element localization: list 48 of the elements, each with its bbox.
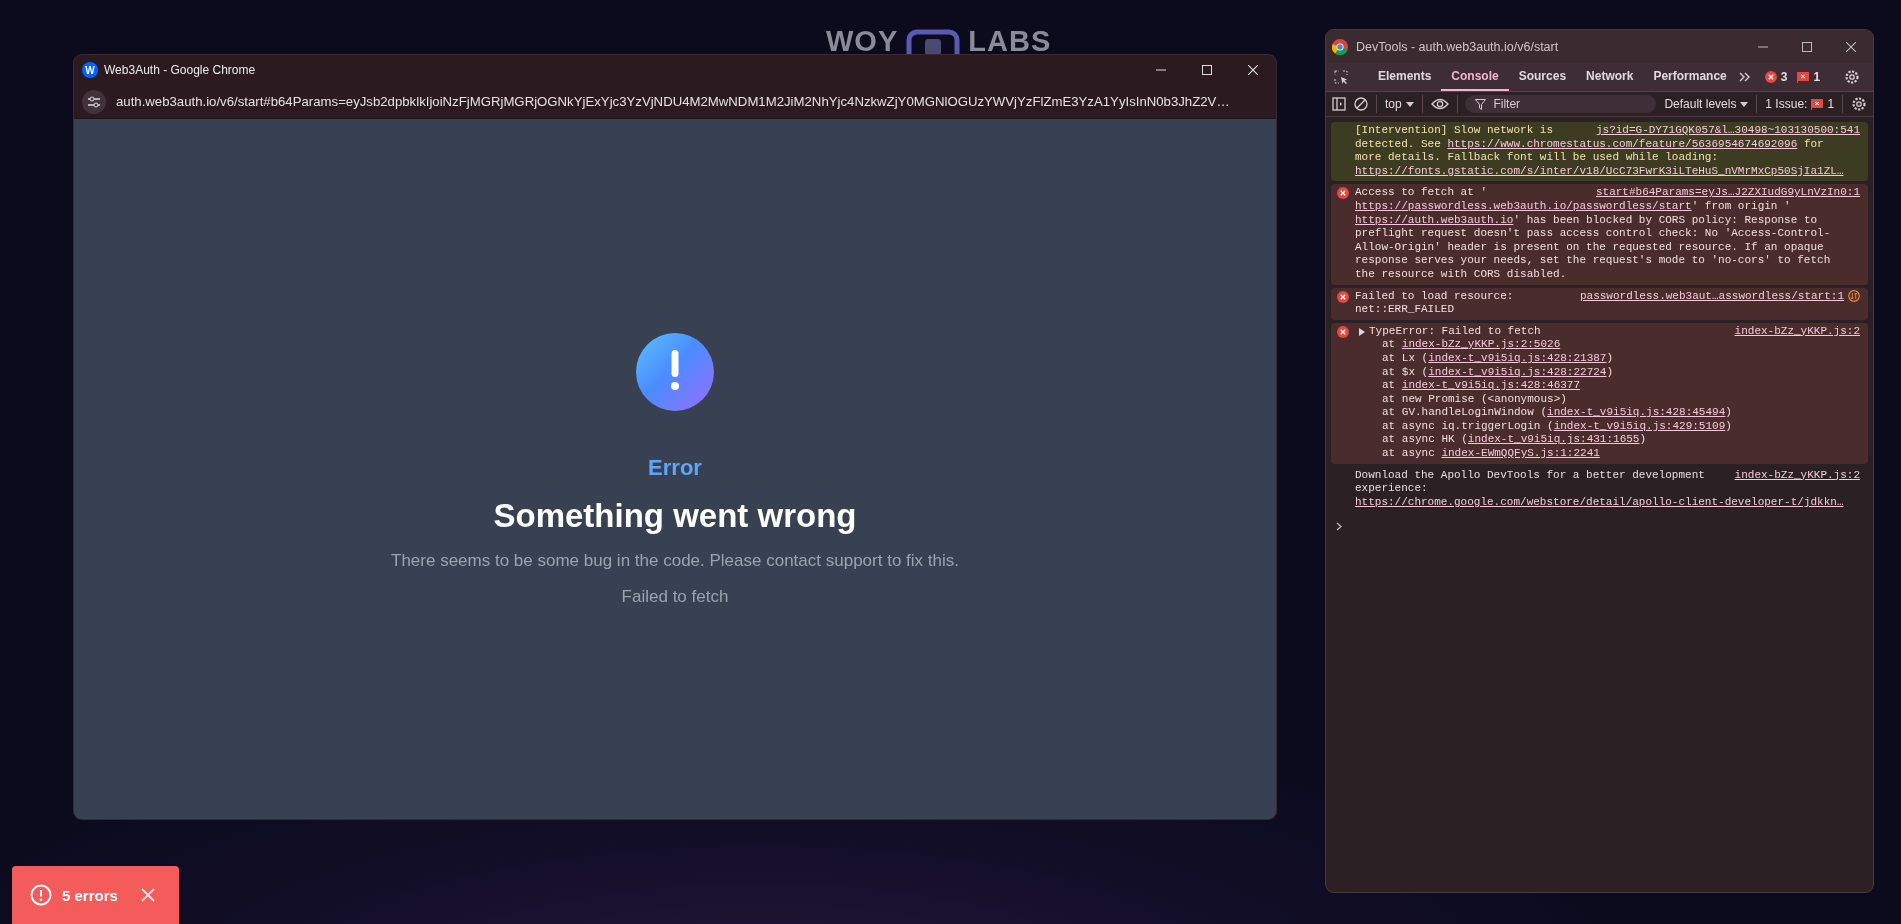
source-link[interactable]: index-bZz_yKKP.js:2 bbox=[1734, 324, 1860, 339]
source-link[interactable]: start#b64Params=eyJs…J2ZXIudG9yLnVzIn0:1 bbox=[1595, 186, 1860, 200]
source-link[interactable]: index-bZz_yKKP.js:2 bbox=[1734, 468, 1860, 483]
filter-field[interactable]: Filter bbox=[1465, 95, 1657, 113]
console-link[interactable]: index-t_v9i5iq.js:428:21387 bbox=[1428, 351, 1607, 364]
context-dropdown[interactable]: top bbox=[1384, 97, 1414, 111]
window-title: Web3Auth - Google Chrome bbox=[104, 63, 257, 77]
devtools-tab[interactable]: Network bbox=[1576, 63, 1644, 91]
toast-label: 5 errors bbox=[62, 886, 119, 904]
error-label: Error bbox=[648, 455, 702, 481]
console-message: Access to fetch at ' bbox=[1355, 186, 1488, 200]
console-message: detected. See https://www.chromestatus.com/feature/5636954674692096 for more details. Fallback font will be used while loading: https://fonts.gstatic.com/s/inter/v18/UcC73FwrK3iLTeHuS_nVMrMxCp50SjIa1ZL… bbox=[1355, 137, 1845, 179]
console-message: https://passwordless.web3auth.io/passwordless/start' from origin ' https://auth.web3auth.io' has been blocked by CORS policy: Response to preflight request doesn't pass access control check: No 'Access-Control- Allow-Origin' header is present on the requested resource. If an opaque response serves your needs, set the request's mode to 'no-cors' to fetch the resource with CORS disabled. bbox=[1355, 199, 1832, 282]
console-message: net::ERR_FAILED bbox=[1355, 303, 1456, 317]
console-link[interactable]: index-t_v9i5iq.js:428:45494 bbox=[1547, 406, 1726, 419]
logo-text: WOY bbox=[826, 27, 899, 55]
console-link[interactable]: https://auth.web3auth.io bbox=[1355, 213, 1514, 226]
issues-button[interactable]: 1 Issue: 1 bbox=[1765, 97, 1835, 111]
error-title: Something went wrong bbox=[493, 497, 857, 535]
issue-count-button[interactable]: 1 bbox=[1797, 63, 1821, 91]
devtools-tab[interactable]: Sources bbox=[1508, 63, 1577, 91]
console-link[interactable]: index-t_v9i5iq.js:431:1655 bbox=[1467, 433, 1640, 446]
console-link[interactable]: https://passwordless.web3auth.io/passwordless/start bbox=[1355, 199, 1692, 212]
console-link[interactable]: index-t_v9i5iq.js:428:22724 bbox=[1428, 365, 1607, 378]
error-count-button[interactable]: 3 bbox=[1764, 63, 1788, 91]
error-detail: Failed to fetch bbox=[621, 587, 729, 607]
console-link[interactable]: index-t_v9i5iq.js:428:46377 bbox=[1401, 379, 1581, 392]
console-link[interactable]: https://chrome.google.com/webstore/detail/apollo-client-developer-t/jdkkn… bbox=[1355, 495, 1844, 508]
error-message: There seems to be some bug in the code. Please contact support to fix this. bbox=[391, 551, 959, 571]
console-message: [Intervention] Slow network is bbox=[1355, 124, 1554, 138]
console-message: TypeError: Failed to fetch bbox=[1369, 324, 1541, 339]
window-title: DevTools - auth.web3auth.io/v6/start bbox=[1356, 39, 1560, 54]
console-link[interactable]: https://fonts.gstatic.com/s/inter/v18/UcC73FwrK3iLTeHuS_nVMrMxCp50SjIa1ZL… bbox=[1355, 164, 1844, 177]
levels-dropdown[interactable]: Default levels bbox=[1664, 97, 1749, 111]
console-link[interactable]: index-t_v9i5iq.js:429:5109 bbox=[1553, 419, 1726, 432]
favicon: W bbox=[82, 62, 98, 78]
devtools-tab[interactable]: Performance bbox=[1643, 63, 1737, 91]
console-message: Failed to load resource: bbox=[1355, 289, 1514, 304]
logo-text: LABS bbox=[968, 27, 1052, 55]
console-link[interactable]: index-bZz_yKKP.js:2:5026 bbox=[1401, 338, 1561, 351]
source-link[interactable]: js?id=G-DY71GQK057&l…30498~103130500:541 bbox=[1595, 124, 1860, 138]
console-message: Download the Apollo DevTools for a better development bbox=[1355, 468, 1705, 483]
source-link[interactable]: passwordless.web3aut…asswordless/start:1 bbox=[1579, 289, 1844, 304]
devtools-tab[interactable]: Elements bbox=[1368, 63, 1442, 91]
console-link[interactable]: https://www.chromestatus.com/feature/5636954674692096 bbox=[1447, 137, 1798, 150]
console-link[interactable]: index-EWmQQFyS.js:1:2241 bbox=[1441, 447, 1600, 460]
console-message: at index-bZz_yKKP.js:2:5026 at Lx (index-t_v9i5iq.js:428:21387) at $x (index-t_v9i5iq.js:428:22724) at index-t_v9i5iq.js:428:46377 at new Promise (<anonymous>) at GV.handleLoginWindow (index-t_v9i5iq.js:428:45494) at async iq.triggerLogin (index-t_v9i5iq.js:429:5109) at async HK (index-t_v9i5iq.js:431:1655) at async index-EWmQQFyS.js:1:2241 bbox=[1381, 338, 1733, 461]
console-message: experience: https://chrome.google.com/webstore/detail/apollo-client-developer-t/jdkkn… bbox=[1355, 482, 1845, 510]
